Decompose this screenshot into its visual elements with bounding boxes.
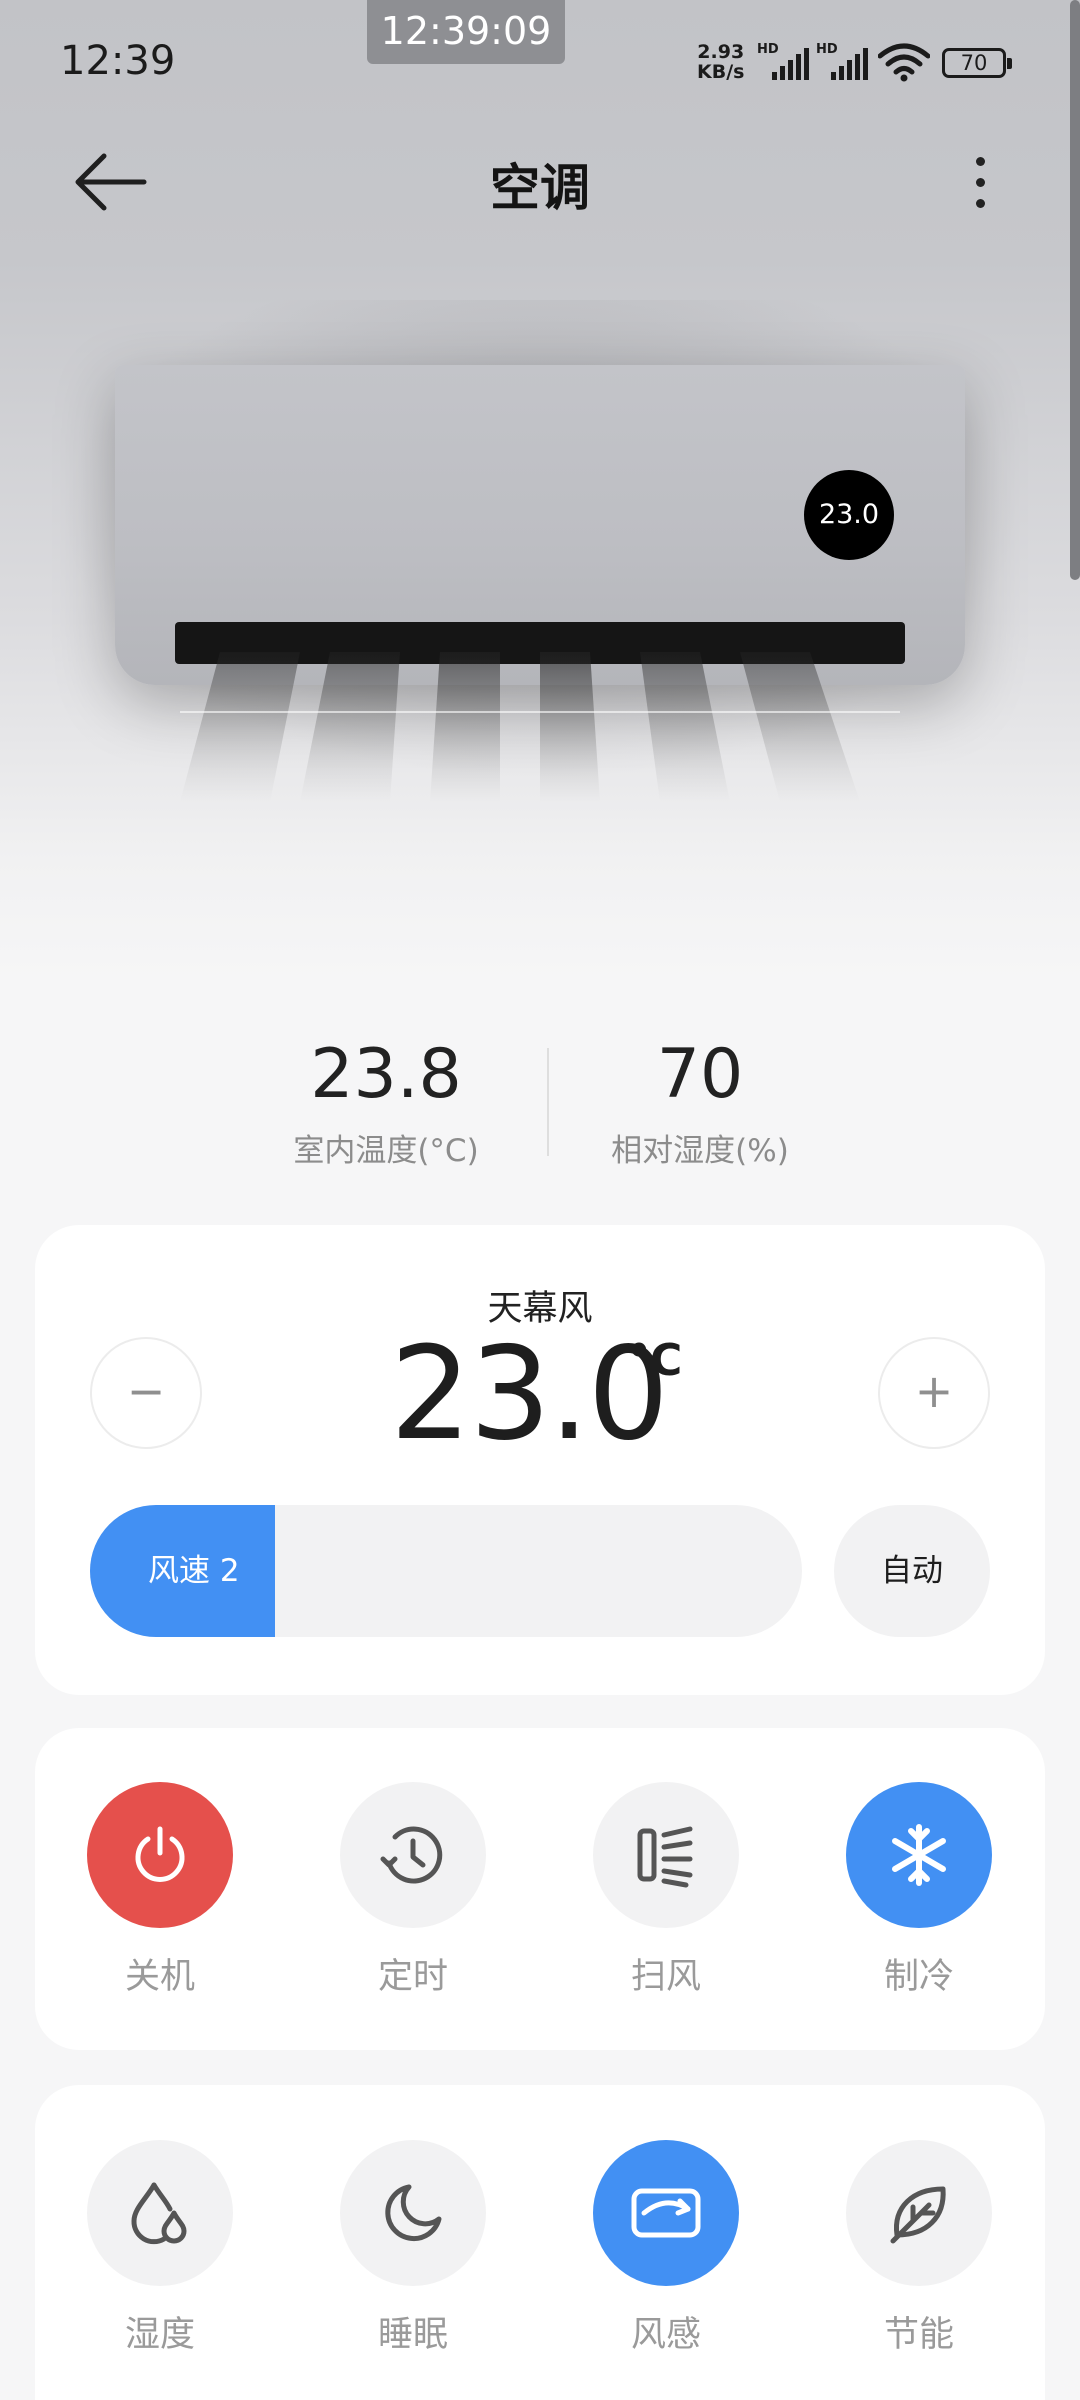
page-title: 空调: [490, 159, 590, 217]
wind-sense-label: 风感: [630, 2315, 701, 2355]
more-vertical-icon[interactable]: [958, 150, 1002, 216]
network-speed: 2.93 KB/s: [697, 42, 744, 82]
indoor-temp-value: 23.8: [310, 1035, 462, 1114]
power-button-circle: [87, 1782, 233, 1928]
timer-label: 定时: [377, 1957, 448, 1997]
network-speed-value: 2.93: [697, 41, 745, 63]
wifi-icon: [878, 43, 930, 82]
battery-indicator: 70: [942, 48, 1012, 78]
swing-label: 扫风: [630, 1957, 701, 1997]
swing-icon: [637, 1826, 693, 1888]
wind-sense-button[interactable]: 风感: [592, 2140, 740, 2357]
cooling-mode-button[interactable]: 制冷: [845, 1782, 993, 1999]
humidity-value: 70: [656, 1035, 744, 1114]
auto-fan-button[interactable]: 自动: [834, 1505, 990, 1637]
humidity-button-circle: [87, 2140, 233, 2286]
leaf-icon: [890, 2186, 946, 2244]
network-speed-unit: KB/s: [697, 61, 745, 83]
cooling-button-circle: [846, 1782, 992, 1928]
power-icon: [135, 1826, 185, 1882]
snowflake-icon: [892, 1824, 946, 1886]
timer-button-circle: [340, 1782, 486, 1928]
energy-saving-label: 节能: [883, 2315, 954, 2355]
status-bar: 12:39 12:39:09 2.93 KB/s HD HD 70: [0, 0, 1080, 120]
clock-icon: [380, 1826, 443, 1884]
sleep-button[interactable]: 睡眠: [339, 2140, 487, 2357]
moon-icon: [385, 2184, 442, 2242]
swing-button[interactable]: 扫风: [592, 1782, 740, 1999]
signal-icon: HD: [757, 42, 809, 80]
temperature-unit: °C: [628, 1335, 683, 1386]
humidity-drop-icon: [131, 2182, 187, 2245]
floating-clock: 12:39:09: [367, 0, 565, 64]
scrollbar[interactable]: [1070, 0, 1080, 580]
swing-button-circle: [593, 1782, 739, 1928]
sleep-button-circle: [340, 2140, 486, 2286]
humidity-label: 相对湿度(%): [611, 1133, 789, 1169]
energy-saving-button-circle: [846, 2140, 992, 2286]
power-button[interactable]: 关机: [86, 1782, 234, 1999]
humidity-button[interactable]: 湿度: [86, 2140, 234, 2357]
set-temperature: 23.0: [390, 1320, 669, 1469]
cooling-label: 制冷: [883, 1957, 954, 1997]
fan-speed-label: 风速 2: [148, 1553, 240, 1589]
power-label: 关机: [124, 1957, 195, 1997]
decrease-temp-button[interactable]: −: [90, 1337, 202, 1449]
sleep-label: 睡眠: [377, 2315, 448, 2355]
ac-temp-display: 23.0: [804, 470, 894, 560]
airflow-illustration: [180, 652, 900, 802]
readings-divider: [547, 1048, 549, 1156]
energy-saving-button[interactable]: 节能: [845, 2140, 993, 2357]
timer-button[interactable]: 定时: [339, 1782, 487, 1999]
humidity-feature-label: 湿度: [124, 2315, 195, 2355]
status-time: 12:39: [60, 38, 176, 84]
indoor-temp-label: 室内温度(°C): [293, 1133, 479, 1169]
fan-speed-slider[interactable]: 风速 2: [90, 1505, 802, 1637]
wind-sense-button-circle: [593, 2140, 739, 2286]
increase-temp-button[interactable]: +: [878, 1337, 990, 1449]
signal-icon-2: HD: [816, 42, 868, 80]
wind-sense-icon: [631, 2188, 701, 2238]
